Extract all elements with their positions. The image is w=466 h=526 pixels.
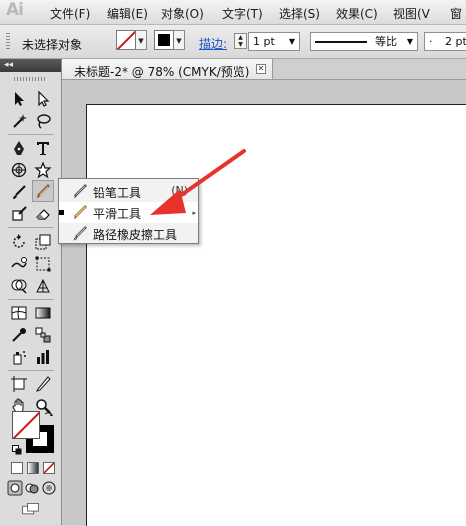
menu-file[interactable]: 文件(F) <box>50 5 90 22</box>
grid-tool-icon[interactable] <box>8 159 30 181</box>
menu-type[interactable]: 文字(T) <box>222 5 263 22</box>
menu-object[interactable]: 对象(O) <box>161 5 204 22</box>
brush-size-value: 2 pt <box>445 35 466 48</box>
scale-tool-icon[interactable] <box>32 231 54 253</box>
path-eraser-tool-icon <box>73 226 87 241</box>
app-logo: Ai <box>6 0 24 20</box>
shape-builder-tool-icon[interactable] <box>8 275 30 297</box>
menu-select[interactable]: 选择(S) <box>279 5 320 22</box>
selection-status: 未选择对象 <box>22 38 83 52</box>
symbol-sprayer-tool-icon[interactable] <box>8 346 30 368</box>
default-colors-icon[interactable] <box>12 444 22 455</box>
lasso-tool-icon[interactable] <box>32 110 54 132</box>
warp-tool-icon[interactable] <box>8 253 30 275</box>
tools-panel-header[interactable]: ◂◂ <box>0 59 61 72</box>
chevron-down-icon: ▼ <box>288 37 295 46</box>
stroke-weight-value: 1 pt <box>253 35 275 48</box>
slice-tool-icon[interactable] <box>32 373 54 395</box>
artboard-tool-icon[interactable] <box>8 373 30 395</box>
swap-colors-icon[interactable] <box>44 410 54 420</box>
draw-normal-icon[interactable] <box>7 480 23 496</box>
menu-window[interactable]: 窗 <box>450 5 462 22</box>
tool-separator <box>8 299 54 300</box>
magic-wand-tool-icon[interactable] <box>8 110 30 132</box>
brush-dot: · <box>429 35 433 48</box>
perspective-tool-icon[interactable] <box>32 275 54 297</box>
fill-swatch-button[interactable] <box>116 30 136 50</box>
tool-separator <box>8 370 54 371</box>
document-tab-bar: 未标题-2* @ 78% (CMYK/预览) ✕ <box>62 59 466 80</box>
flyout-item-path-eraser[interactable]: 路径橡皮擦工具 <box>59 223 198 244</box>
direct-selection-tool-icon[interactable] <box>32 88 54 110</box>
blend-tool-icon[interactable] <box>32 324 54 346</box>
stroke-swatch-button[interactable] <box>154 30 174 50</box>
menu-edit[interactable]: 编辑(E) <box>107 5 148 22</box>
canvas-area[interactable] <box>62 80 466 526</box>
none-mode-button[interactable] <box>43 462 55 474</box>
stroke-dropdown-icon[interactable]: ▼ <box>174 30 185 50</box>
flyout-item-label: 路径橡皮擦工具 <box>93 228 178 242</box>
chevron-down-icon: ▼ <box>406 37 413 46</box>
column-graph-tool-icon[interactable] <box>32 346 54 368</box>
smooth-tool-icon <box>73 204 88 219</box>
stroke-link[interactable]: 描边: <box>199 35 227 52</box>
rotate-tool-icon[interactable] <box>8 231 30 253</box>
document-tab-title: 未标题-2* @ 78% (CMYK/预览) <box>74 65 250 79</box>
flyout-item-label: 铅笔工具 <box>93 186 142 200</box>
collapse-icon[interactable]: ◂◂ <box>4 60 13 70</box>
type-tool-icon[interactable] <box>32 137 54 159</box>
current-tool-bullet <box>59 210 64 215</box>
stroke-spinner-icon[interactable]: ▲ ▼ <box>234 33 247 49</box>
gradient-mode-button[interactable] <box>27 462 39 474</box>
pen-tool-icon[interactable] <box>8 137 30 159</box>
gradient-tool-icon[interactable] <box>32 302 54 324</box>
tools-panel: ◂◂ <box>0 59 62 525</box>
control-bar: 未选择对象 ▼ ▼ 描边: ▲ ▼ 1 pt ▼ 等比 ▼ · 2 pt <box>0 25 466 59</box>
tool-separator <box>8 227 54 228</box>
menu-bar: Ai 文件(F) 编辑(E) 对象(O) 文字(T) 选择(S) 效果(C) 视… <box>0 0 466 25</box>
brush-definition-select[interactable]: · 2 pt <box>424 32 466 51</box>
draw-inside-icon[interactable] <box>41 480 57 496</box>
screen-mode-icon[interactable] <box>18 500 44 518</box>
menu-view[interactable]: 视图(V <box>393 5 430 22</box>
fill-color-box[interactable] <box>12 411 40 439</box>
flyout-item-label: 平滑工具 <box>93 207 142 221</box>
paintbrush-tool-icon[interactable] <box>8 181 30 203</box>
smooth-tool-icon[interactable] <box>32 180 54 202</box>
eraser-tool-icon[interactable] <box>32 203 54 225</box>
tool-separator <box>8 134 54 135</box>
document-tab[interactable]: 未标题-2* @ 78% (CMYK/预览) ✕ <box>62 59 273 79</box>
mesh-tool-icon[interactable] <box>8 302 30 324</box>
tools-panel-grip[interactable] <box>14 77 46 81</box>
close-icon[interactable]: ✕ <box>256 64 266 74</box>
stroke-weight-select[interactable]: 1 pt ▼ <box>248 32 300 51</box>
draw-behind-icon[interactable] <box>24 480 40 496</box>
variable-width-profile-select[interactable]: 等比 ▼ <box>310 32 418 51</box>
red-arrow-annotation <box>150 149 246 215</box>
blob-brush-tool-icon[interactable] <box>8 203 30 225</box>
profile-label: 等比 <box>375 35 397 48</box>
fill-dropdown-icon[interactable]: ▼ <box>136 30 147 50</box>
eyedropper-tool-icon[interactable] <box>8 324 30 346</box>
menu-effect[interactable]: 效果(C) <box>336 5 378 22</box>
control-bar-grip[interactable] <box>6 33 10 51</box>
pencil-tool-icon <box>74 184 87 198</box>
free-transform-tool-icon[interactable] <box>32 253 54 275</box>
selection-tool-icon[interactable] <box>8 88 30 110</box>
color-mode-button[interactable] <box>11 462 23 474</box>
line-profile-preview <box>315 41 367 43</box>
star-tool-icon[interactable] <box>32 159 54 181</box>
